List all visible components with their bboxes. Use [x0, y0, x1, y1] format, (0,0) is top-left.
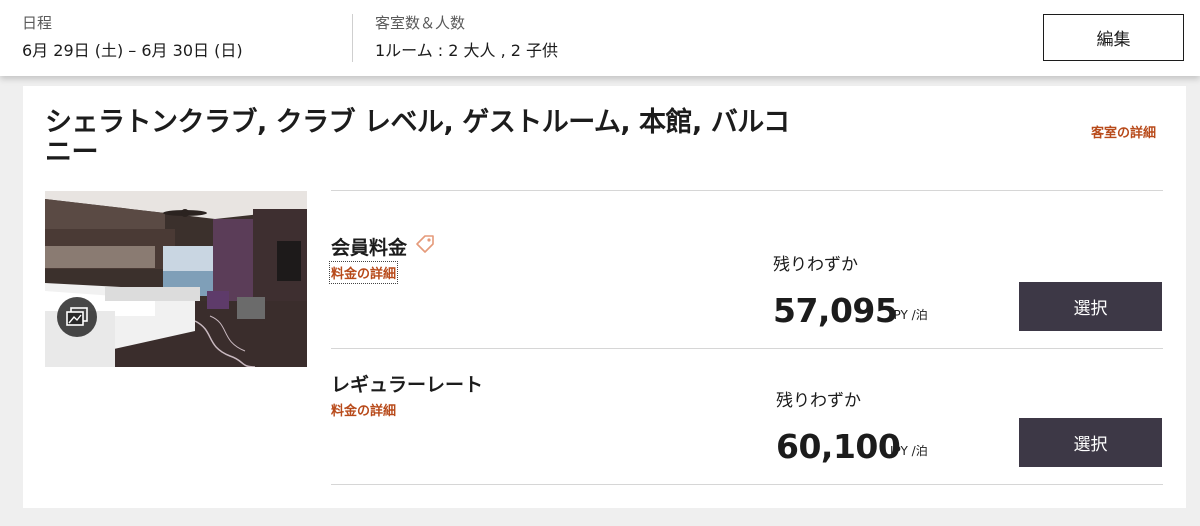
rooms-guests-label: 客室数＆人数 [375, 14, 466, 32]
member-rate-select-button[interactable]: 選択 [1019, 282, 1162, 331]
regular-rate-price: 60,100 [776, 427, 901, 466]
member-rate-unit: JPY /泊 [890, 308, 928, 322]
divider [331, 484, 1163, 485]
divider [331, 348, 1163, 349]
regular-rate-name: レギュラーレート [331, 374, 484, 396]
edit-button[interactable]: 編集 [1043, 14, 1184, 61]
room-title: シェラトンクラブ, クラブ レベル, ゲストルーム, 本館, バルコ ニー [45, 108, 805, 168]
member-rate-name: 会員料金 [331, 237, 408, 259]
member-rate-details-link[interactable]: 料金の詳細 [328, 261, 399, 284]
search-summary-bar: 日程 6月 29日 (土) – 6月 30日 (日) 客室数＆人数 1ルーム :… [0, 0, 1200, 76]
tag-icon [416, 235, 434, 253]
room-photo[interactable] [45, 191, 307, 367]
room-title-line-1: シェラトンクラブ, クラブ レベル, ゲストルーム, 本館, バルコ [45, 107, 790, 138]
regular-rate-details-link[interactable]: 料金の詳細 [331, 400, 396, 419]
dates-label: 日程 [22, 14, 53, 32]
regular-rate-availability: 残りわずか [776, 391, 861, 411]
room-card: シェラトンクラブ, クラブ レベル, ゲストルーム, 本館, バルコ ニー 客室… [23, 86, 1186, 508]
member-rate-price: 57,095 [773, 291, 898, 330]
room-details-link[interactable]: 客室の詳細 [1091, 122, 1156, 141]
room-photo-illustration [45, 191, 307, 367]
room-title-line-2: ニー [45, 137, 99, 168]
gallery-button[interactable] [57, 297, 97, 337]
regular-rate-unit: JPY /泊 [890, 444, 928, 458]
regular-rate-select-button[interactable]: 選択 [1019, 418, 1162, 467]
gallery-icon [66, 307, 88, 326]
member-rate-availability: 残りわずか [773, 255, 858, 275]
dates-value: 6月 29日 (土) – 6月 30日 (日) [22, 41, 243, 60]
divider [331, 190, 1163, 191]
header-divider [352, 14, 353, 62]
rooms-guests-value: 1ルーム : 2 大人 , 2 子供 [375, 41, 559, 60]
